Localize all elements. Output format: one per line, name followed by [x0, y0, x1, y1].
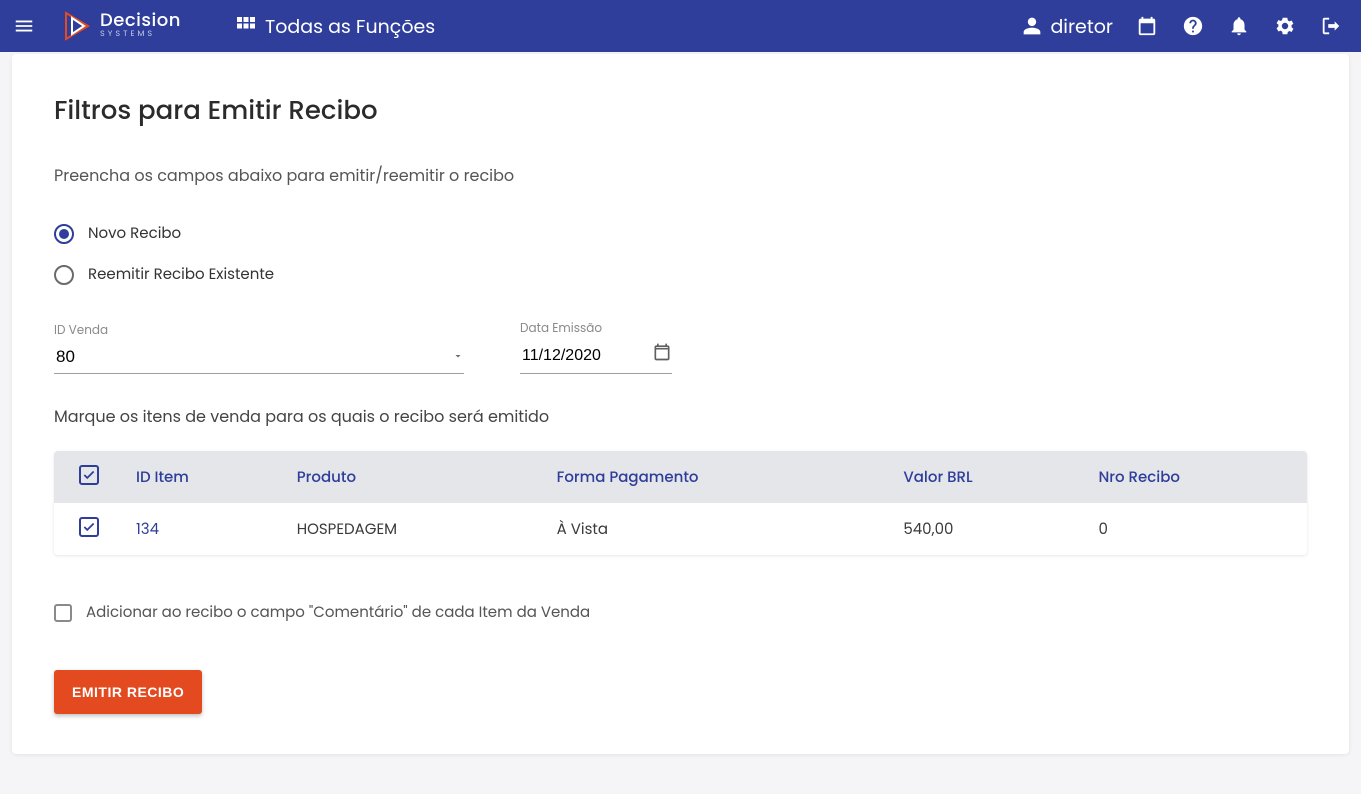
cell-nro: 0 [1086, 503, 1307, 555]
id-venda-input[interactable] [54, 346, 452, 368]
logo-mark-icon [62, 11, 94, 41]
card-title: Filtros para Emitir Recibo [54, 92, 1307, 131]
th-valor[interactable]: Valor BRL [891, 451, 1086, 503]
filter-card: Filtros para Emitir Recibo Preencha os c… [12, 54, 1349, 754]
apps-grid-icon [237, 17, 255, 35]
calendar-picker-icon[interactable] [652, 342, 672, 369]
settings-icon[interactable] [1273, 14, 1297, 38]
data-emissao-label: Data Emissão [520, 320, 672, 338]
all-functions-label: Todas as Funções [265, 12, 435, 41]
all-functions-button[interactable]: Todas as Funções [237, 12, 435, 41]
emit-receipt-button[interactable]: EMITIR RECIBO [54, 670, 202, 714]
calendar-icon[interactable] [1135, 14, 1159, 38]
user-menu[interactable]: diretor [1022, 12, 1113, 41]
th-produto[interactable]: Produto [285, 451, 545, 503]
add-comment-label: Adicionar ao recibo o campo "Comentário"… [86, 601, 590, 624]
data-emissao-input[interactable] [520, 346, 652, 366]
table-instruction: Marque os itens de venda para os quais o… [54, 404, 1307, 429]
notifications-icon[interactable] [1227, 14, 1251, 38]
card-subtitle: Preencha os campos abaixo para emitir/re… [54, 163, 1307, 188]
th-id-item[interactable]: ID Item [124, 451, 285, 503]
dropdown-arrow-icon [452, 344, 464, 369]
add-comment-checkbox[interactable] [54, 604, 72, 622]
logout-icon[interactable] [1319, 14, 1343, 38]
id-venda-select[interactable] [54, 342, 464, 374]
radio-reemitir-recibo[interactable]: Reemitir Recibo Existente [54, 263, 1307, 286]
menu-icon[interactable] [12, 14, 36, 38]
receipt-type-radio-group: Novo Recibo Reemitir Recibo Existente [54, 222, 1307, 286]
cell-valor: 540,00 [891, 503, 1086, 555]
radio-reemitir-label: Reemitir Recibo Existente [88, 263, 274, 286]
items-table: ID Item Produto Forma Pagamento Valor BR… [54, 451, 1307, 555]
data-emissao-field[interactable] [520, 340, 672, 374]
table-row: 134 HOSPEDAGEM À Vista 540,00 0 [54, 503, 1307, 555]
radio-novo-recibo[interactable]: Novo Recibo [54, 222, 1307, 245]
radio-novo-label: Novo Recibo [88, 222, 181, 245]
top-bar: Decision SYSTEMS Todas as Funções direto… [0, 0, 1361, 52]
cell-id-item[interactable]: 134 [124, 503, 285, 555]
row-checkbox[interactable] [79, 517, 99, 537]
select-all-checkbox[interactable] [79, 465, 99, 485]
logo[interactable]: Decision SYSTEMS [62, 11, 181, 41]
username: diretor [1050, 12, 1113, 41]
cell-forma: À Vista [545, 503, 892, 555]
user-icon [1022, 16, 1042, 36]
id-venda-label: ID Venda [54, 322, 464, 340]
cell-produto: HOSPEDAGEM [285, 503, 545, 555]
help-icon[interactable] [1181, 14, 1205, 38]
th-forma[interactable]: Forma Pagamento [545, 451, 892, 503]
th-nro[interactable]: Nro Recibo [1086, 451, 1307, 503]
